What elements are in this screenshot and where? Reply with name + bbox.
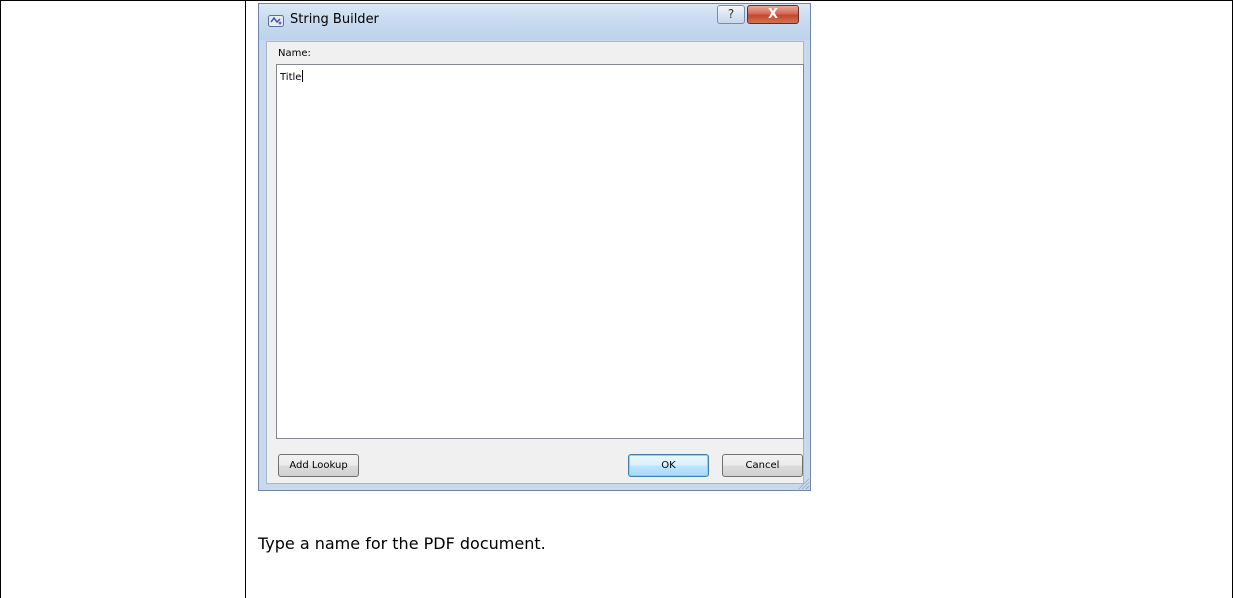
text-cursor [302, 70, 304, 82]
table-border-right [1232, 0, 1233, 598]
resize-grip-icon[interactable] [797, 477, 809, 489]
instruction-text: Type a name for the PDF document. [258, 534, 546, 553]
dialog-titlebar[interactable]: String Builder ? X [259, 4, 810, 40]
cancel-button[interactable]: Cancel [722, 454, 803, 477]
name-value-text: Title [280, 72, 302, 83]
table-border-left [0, 0, 1, 598]
table-column-divider [245, 0, 246, 598]
name-textarea[interactable]: Title [276, 64, 804, 439]
help-button[interactable]: ? [717, 5, 745, 24]
string-builder-dialog: String Builder ? X Name: Title Add Looku… [258, 3, 811, 491]
dialog-body: Name: Title Add Lookup OK Cancel [266, 41, 804, 484]
add-lookup-button[interactable]: Add Lookup [278, 454, 359, 477]
ok-button[interactable]: OK [628, 454, 709, 477]
table-border-top [0, 0, 1233, 1]
name-label: Name: [278, 48, 311, 59]
name-textarea-value: Title [280, 70, 304, 83]
string-builder-app-icon [268, 13, 284, 27]
dialog-title: String Builder [290, 12, 379, 27]
close-button[interactable]: X [747, 5, 799, 24]
